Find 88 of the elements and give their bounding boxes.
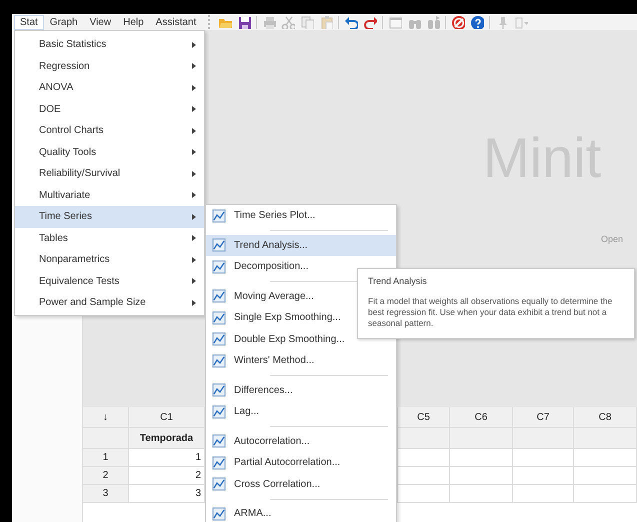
column-header[interactable]: C6 [450, 407, 513, 428]
menu-item[interactable]: Power and Sample Size [15, 292, 204, 314]
stop-icon[interactable] [451, 15, 466, 29]
table-cell[interactable] [450, 467, 513, 485]
menu-item[interactable]: Decomposition... [206, 256, 396, 278]
column-name[interactable]: Temporada [129, 428, 205, 449]
menu-item[interactable]: Reliability/Survival [15, 163, 204, 184]
menu-item[interactable]: Multivariate [15, 184, 204, 206]
chart-icon [212, 332, 226, 346]
menu-item[interactable]: Control Charts [15, 120, 204, 142]
table-cell[interactable] [574, 485, 637, 503]
help-icon[interactable] [470, 15, 484, 29]
menu-item[interactable]: View [84, 14, 118, 30]
save-icon[interactable] [237, 15, 252, 29]
menu-item[interactable]: DOE [15, 98, 204, 120]
submenu-arrow-icon [192, 192, 196, 198]
column-header[interactable]: C8 [574, 407, 637, 428]
column-header[interactable]: C5 [398, 407, 450, 428]
submenu-arrow-icon [192, 256, 196, 263]
table-cell[interactable] [513, 467, 574, 485]
column-header[interactable]: ↓ [83, 407, 129, 428]
redo-icon[interactable] [363, 15, 378, 29]
menu-item[interactable]: ARMA... [206, 503, 396, 522]
table-cell[interactable] [450, 485, 513, 503]
chart-icon [212, 354, 226, 368]
chart-icon [212, 477, 226, 492]
menu-item[interactable]: Cross Correlation... [206, 474, 396, 495]
row-number: 2 [83, 467, 129, 485]
menu-item[interactable]: Equivalence Tests [15, 270, 204, 292]
submenu-arrow-icon [192, 235, 196, 242]
chart-icon [212, 289, 226, 304]
column-header[interactable]: C1 [129, 407, 205, 428]
table-cell[interactable] [398, 428, 450, 449]
row-number: 1 [83, 449, 129, 467]
submenu-arrow-icon [192, 128, 196, 134]
menu-item[interactable]: Time Series [15, 206, 204, 228]
row-number: 3 [83, 485, 129, 503]
submenu-arrow-icon [192, 42, 196, 48]
chart-icon [212, 456, 226, 470]
chart-icon [212, 260, 226, 274]
chart-icon [212, 506, 226, 521]
menu-item[interactable]: Nonparametrics [15, 249, 204, 270]
table-cell[interactable] [450, 428, 513, 449]
submenu-arrow-icon [192, 63, 196, 70]
menu-item[interactable]: Lag... [206, 401, 396, 422]
table-cell[interactable] [513, 428, 574, 449]
menu-item[interactable]: Autocorrelation... [206, 430, 396, 452]
menu-item[interactable]: Graph [44, 14, 84, 30]
tooltip-text: Fit a model that weights all observations equally to determine the best regression fit. Use when your data exhibit a trend but not a seasonal pattern. [368, 296, 614, 329]
menu-item[interactable]: Tables [15, 228, 204, 249]
table-cell[interactable] [574, 467, 637, 485]
table-cell[interactable] [450, 449, 513, 467]
chart-icon [212, 434, 226, 448]
menu-item[interactable]: Differences... [206, 380, 396, 401]
submenu-arrow-icon [192, 149, 196, 156]
menu-item[interactable]: Partial Autocorrelation... [206, 452, 396, 474]
submenu-arrow-icon [192, 106, 196, 112]
submenu-arrow-icon [192, 300, 196, 306]
chart-icon [212, 310, 226, 325]
submenu-arrow-icon [192, 170, 196, 177]
column-header[interactable]: C7 [513, 407, 574, 428]
chart-icon [212, 404, 226, 419]
menu-item[interactable]: Regression [15, 56, 204, 77]
menu-item[interactable]: Basic Statistics [15, 34, 204, 56]
table-cell[interactable] [398, 449, 450, 467]
table-cell[interactable] [513, 485, 574, 503]
menu-item[interactable]: Trend Analysis... [206, 234, 396, 256]
menu-item[interactable]: Stat [14, 14, 44, 30]
chart-icon [212, 383, 226, 398]
chart-icon [212, 238, 226, 252]
table-cell[interactable] [574, 449, 637, 467]
submenu-arrow-icon [192, 84, 196, 91]
tooltip-title: Trend Analysis [368, 276, 428, 286]
menu-item[interactable]: ANOVA [15, 77, 204, 98]
menu-item[interactable]: Assistant [150, 14, 202, 30]
menu-item[interactable]: Winters' Method... [206, 350, 396, 372]
submenu-arrow-icon [192, 214, 196, 220]
submenu-arrow-icon [192, 278, 196, 284]
table-cell[interactable] [513, 449, 574, 467]
table-cell[interactable] [574, 428, 637, 449]
table-cell[interactable] [83, 428, 129, 449]
chart-icon [212, 208, 226, 223]
table-cell[interactable] [398, 467, 450, 485]
menu-item[interactable]: Quality Tools [15, 142, 204, 163]
menu-item[interactable]: Time Series Plot... [206, 205, 396, 226]
undo-icon[interactable] [344, 15, 358, 29]
table-cell[interactable] [398, 485, 450, 503]
menu-item[interactable]: Help [117, 14, 150, 30]
